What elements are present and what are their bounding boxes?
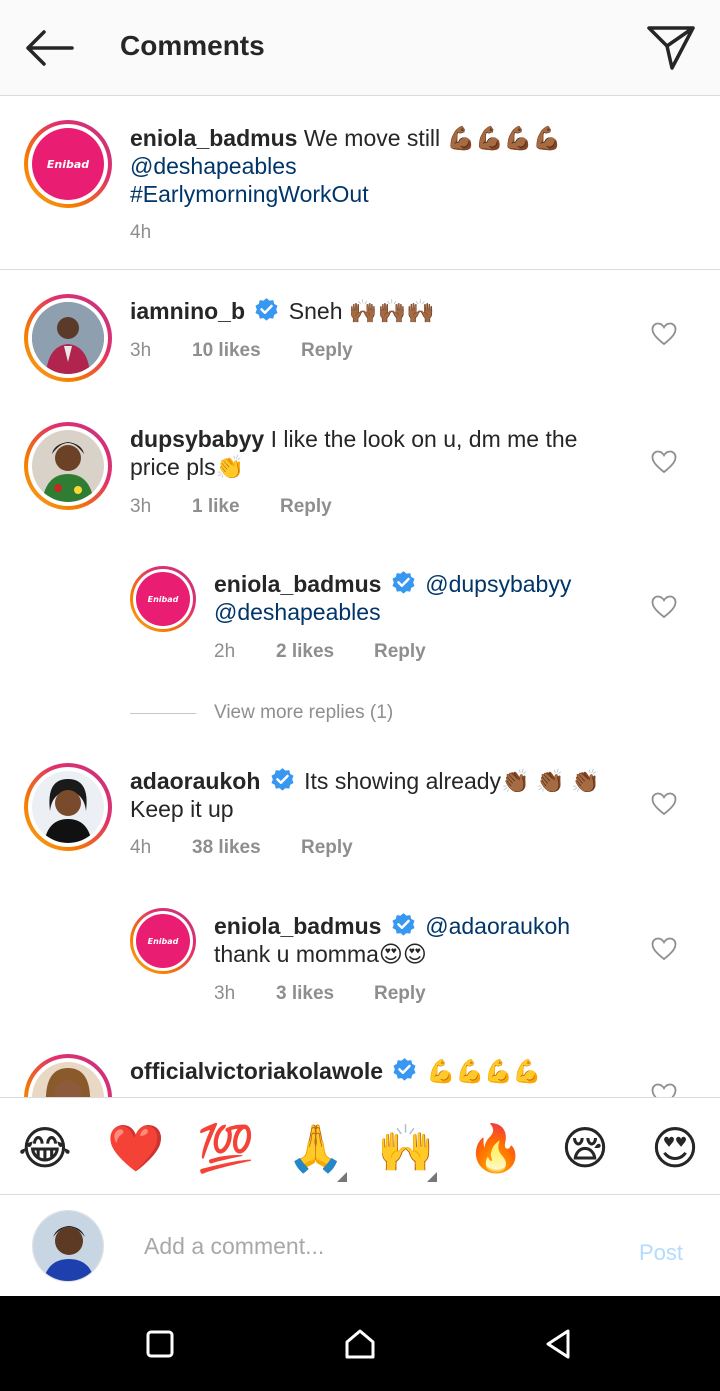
comment-time: 4h	[130, 222, 152, 243]
system-nav-bar	[0, 1296, 720, 1391]
comment-time: 4h	[130, 837, 152, 858]
home-icon[interactable]	[342, 1326, 378, 1362]
comment-time: 3h	[130, 340, 152, 361]
reply-button[interactable]: Reply	[374, 983, 426, 1005]
page-title: Comments	[120, 30, 265, 61]
heart-icon[interactable]	[651, 792, 677, 816]
enibad-logo: Enibad	[136, 914, 190, 968]
post-button[interactable]: Post	[639, 1240, 683, 1266]
divider	[0, 269, 720, 270]
comment-emoji: 😍😍	[378, 941, 427, 967]
username[interactable]: iamnino_b	[130, 298, 245, 324]
avatar[interactable]: Enibad	[130, 908, 196, 974]
recent-apps-icon[interactable]	[142, 1326, 178, 1362]
view-more-replies[interactable]: View more replies (1)	[214, 702, 393, 724]
reply-button[interactable]: Reply	[301, 837, 353, 859]
comments-list[interactable]: Enibad eniola_badmus We move still 💪🏾💪🏾💪…	[0, 97, 720, 1097]
heart-icon[interactable]	[651, 322, 677, 346]
likes-count[interactable]: 2 likes	[276, 641, 334, 663]
hashtag-link[interactable]: #EarlymorningWorkOut	[130, 181, 369, 207]
comment-emoji: 🙌🏾🙌🏾🙌🏾	[348, 298, 435, 324]
comment-text: Its showing already	[304, 768, 502, 794]
my-avatar	[32, 1210, 104, 1282]
reply-button[interactable]: Reply	[374, 641, 426, 663]
mention-link[interactable]: @adaoraukoh	[425, 913, 570, 939]
avatar[interactable]: Enibad	[130, 566, 196, 632]
hundred-emoji-button[interactable]: 💯	[197, 1120, 254, 1176]
heart-eyes-emoji-button[interactable]: 😍	[647, 1120, 703, 1176]
top-bar: Comments	[0, 0, 720, 96]
heart-icon[interactable]	[651, 595, 677, 619]
comment-emoji: 💪💪💪💪	[426, 1058, 542, 1084]
username[interactable]: eniola_badmus	[214, 913, 381, 939]
comment-emoji: 👏	[215, 454, 245, 480]
comment-text: I like the look on u, dm me the	[270, 426, 578, 452]
likes-count[interactable]: 10 likes	[192, 340, 261, 362]
comment-time: 2h	[214, 641, 236, 662]
heart-icon[interactable]	[651, 450, 677, 474]
sleepy-emoji-button[interactable]: 😪	[557, 1120, 613, 1176]
comment-text: thank u momma	[214, 941, 379, 967]
likes-count[interactable]: 1 like	[192, 496, 240, 518]
back-arrow-icon[interactable]	[22, 26, 74, 70]
comment-composer: Post	[0, 1196, 720, 1296]
quick-emoji-bar: 😂 ❤️ 💯 🙏 🙌 🔥 😪 😍	[0, 1097, 720, 1195]
username[interactable]: eniola_badmus	[214, 571, 381, 597]
username[interactable]: dupsybabyy	[130, 426, 264, 452]
back-nav-icon[interactable]	[540, 1326, 576, 1362]
caption-emoji: 💪🏾💪🏾💪🏾💪🏾	[446, 125, 562, 151]
comment-emoji: 👏🏾 👏🏾 👏🏾	[501, 768, 600, 794]
comment-input[interactable]	[130, 1226, 600, 1266]
fire-emoji-button[interactable]: 🔥	[467, 1120, 524, 1176]
caption-text: We move still	[303, 125, 441, 151]
avatar[interactable]	[24, 422, 112, 510]
direct-send-icon[interactable]	[646, 24, 696, 70]
avatar[interactable]	[24, 294, 112, 382]
verified-badge-icon	[255, 298, 278, 321]
laughing-emoji-button[interactable]: 😂	[17, 1120, 73, 1176]
view-more-line	[130, 713, 196, 714]
enibad-logo: Enibad	[32, 128, 104, 200]
avatar[interactable]: Enibad	[24, 120, 112, 208]
avatar[interactable]	[24, 1054, 112, 1097]
enibad-logo: Enibad	[136, 572, 190, 626]
username[interactable]: adaoraukoh	[130, 768, 260, 794]
likes-count[interactable]: 3 likes	[276, 983, 334, 1005]
likes-count[interactable]: 38 likes	[192, 837, 261, 859]
mention-link[interactable]: @dupsybabyy	[425, 571, 571, 597]
username[interactable]: eniola_badmus	[130, 125, 297, 151]
username[interactable]: officialvictoriakolawole	[130, 1058, 383, 1084]
avatar[interactable]	[24, 763, 112, 851]
comment-text-cont: price pls	[130, 454, 216, 480]
reply-button[interactable]: Reply	[301, 340, 353, 362]
mention-link[interactable]: @deshapeables	[214, 599, 381, 625]
reply-button[interactable]: Reply	[280, 496, 332, 518]
mention-link[interactable]: @deshapeables	[130, 153, 297, 179]
heart-emoji-button[interactable]: ❤️	[107, 1120, 164, 1176]
praying-hands-emoji-button[interactable]: 🙏	[287, 1120, 347, 1182]
verified-badge-icon	[392, 913, 415, 936]
verified-badge-icon	[393, 1058, 417, 1081]
heart-icon[interactable]	[651, 1083, 677, 1097]
comment-time: 3h	[214, 983, 236, 1004]
comment-text: Sneh	[288, 298, 343, 324]
comment-time: 3h	[130, 496, 152, 517]
heart-icon[interactable]	[651, 937, 677, 961]
comment-text-cont: Keep it up	[130, 796, 234, 822]
verified-badge-icon	[392, 571, 415, 594]
raising-hands-emoji-button[interactable]: 🙌	[377, 1120, 437, 1182]
verified-badge-icon	[271, 768, 294, 791]
